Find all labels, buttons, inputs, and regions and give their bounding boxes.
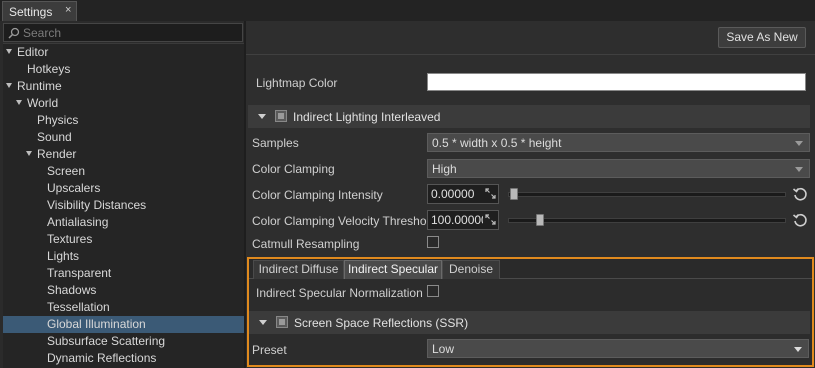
tree-item-world[interactable]: World	[3, 95, 244, 112]
tree-item-antialiasing[interactable]: Antialiasing	[3, 214, 244, 231]
highlight-frame	[247, 257, 814, 367]
tree-item-render[interactable]: Render	[3, 146, 244, 163]
tree-item-label: Tessellation	[47, 300, 110, 314]
section-enable-checkbox[interactable]	[275, 110, 287, 122]
expand-icon[interactable]	[485, 214, 496, 225]
tree-item-sound[interactable]: Sound	[3, 129, 244, 146]
color-clamping-intensity-input[interactable]	[431, 185, 483, 203]
tree-item-runtime[interactable]: Runtime	[3, 78, 244, 95]
tree-item-label: Screen	[47, 164, 86, 178]
samples-label: Samples	[252, 136, 299, 150]
color-clamping-intensity-label: Color Clamping Intensity	[252, 188, 383, 202]
section-title: Indirect Lighting Interleaved	[293, 110, 441, 124]
velocity-threshold-slider[interactable]	[508, 214, 786, 226]
tree-item-hotkeys[interactable]: Hotkeys	[3, 61, 244, 78]
tree-item-label: Textures	[47, 232, 93, 246]
slider-thumb[interactable]	[536, 214, 544, 226]
tree-item-textures[interactable]: Textures	[3, 231, 244, 248]
search-input[interactable]	[23, 24, 238, 41]
slider-thumb[interactable]	[510, 188, 518, 200]
save-as-new-button[interactable]: Save As New	[718, 27, 806, 48]
tree-item-label: Visibility Distances	[47, 198, 147, 212]
tree-item-label: Shadows	[47, 283, 97, 297]
tree-item-upscalers[interactable]: Upscalers	[3, 180, 244, 197]
color-clamping-intensity-slider[interactable]	[508, 188, 786, 200]
catmull-resampling-label: Catmull Resampling	[252, 237, 360, 251]
tree-item-editor[interactable]: Editor	[3, 44, 244, 61]
tree-item-label: Sound	[37, 130, 72, 144]
search-box	[3, 23, 243, 42]
tree-item-transparent[interactable]: Transparent	[3, 265, 244, 282]
collapse-arrow-icon[interactable]	[258, 114, 266, 119]
tree-item-lights[interactable]: Lights	[3, 248, 244, 265]
expand-arrow-icon[interactable]	[26, 151, 32, 156]
expand-arrow-icon[interactable]	[6, 83, 12, 88]
velocity-threshold-field	[427, 210, 499, 230]
tab-bar: Settings ×	[0, 0, 815, 21]
expand-arrow-icon[interactable]	[16, 100, 22, 105]
tree-item-label: Hotkeys	[27, 62, 71, 76]
tree-item-label: Dynamic Reflections	[47, 351, 157, 365]
chevron-down-icon	[795, 167, 803, 172]
lightmap-color-swatch[interactable]	[427, 73, 806, 91]
chevron-down-icon	[795, 141, 803, 146]
tree-item-visibility-distances[interactable]: Visibility Distances	[3, 197, 244, 214]
expand-arrow-icon[interactable]	[6, 49, 12, 54]
tree-item-global-illumination[interactable]: Global Illumination	[3, 316, 244, 333]
tree-item-shadows[interactable]: Shadows	[3, 282, 244, 299]
tree-item-label: Runtime	[17, 79, 62, 93]
samples-value: 0.5 * width x 0.5 * height	[432, 136, 562, 150]
tree-item-label: Editor	[17, 45, 49, 59]
tree-item-label: Antialiasing	[47, 215, 109, 229]
tree-item-subsurface-scattering[interactable]: Subsurface Scattering	[3, 333, 244, 350]
color-clamping-label: Color Clamping	[252, 162, 335, 176]
tab-settings-label: Settings	[9, 5, 53, 19]
color-clamping-intensity-field	[427, 184, 499, 204]
tree-item-label: Transparent	[47, 266, 112, 280]
search-icon	[8, 27, 20, 39]
tree-item-label: Upscalers	[47, 181, 101, 195]
section-header-indirect-lighting-interleaved[interactable]: Indirect Lighting Interleaved	[248, 105, 810, 128]
divider	[246, 54, 815, 55]
velocity-threshold-input[interactable]	[431, 211, 483, 229]
settings-tree: Editor Hotkeys Runtime World Physics Sou…	[3, 43, 244, 368]
tree-item-tessellation[interactable]: Tessellation	[3, 299, 244, 316]
tree-item-label: World	[27, 96, 59, 110]
tree-item-label: Lights	[47, 249, 80, 263]
tree-item-dynamic-reflections[interactable]: Dynamic Reflections	[3, 350, 244, 367]
close-icon[interactable]: ×	[65, 4, 71, 16]
expand-icon[interactable]	[485, 188, 496, 199]
color-clamping-value: High	[432, 162, 457, 176]
settings-panel: Save As New Lightmap Color Indirect Ligh…	[246, 21, 815, 368]
color-clamping-dropdown[interactable]: High	[427, 159, 810, 178]
settings-sidebar: Editor Hotkeys Runtime World Physics Sou…	[0, 21, 244, 368]
tree-item-screen[interactable]: Screen	[3, 163, 244, 180]
tree-item-label: Render	[37, 147, 77, 161]
tree-item-physics[interactable]: Physics	[3, 112, 244, 129]
tree-item-label: Subsurface Scattering	[47, 334, 166, 348]
catmull-resampling-checkbox[interactable]	[427, 236, 439, 248]
tree-item-label: Physics	[37, 113, 79, 127]
lightmap-color-label: Lightmap Color	[256, 76, 338, 90]
velocity-threshold-label: Color Clamping Velocity Threshold	[252, 214, 436, 228]
samples-dropdown[interactable]: 0.5 * width x 0.5 * height	[427, 133, 810, 152]
reset-icon[interactable]	[792, 186, 808, 202]
tree-item-label: Global Illumination	[47, 317, 146, 331]
reset-icon[interactable]	[792, 212, 808, 228]
tab-settings[interactable]: Settings ×	[2, 1, 77, 21]
